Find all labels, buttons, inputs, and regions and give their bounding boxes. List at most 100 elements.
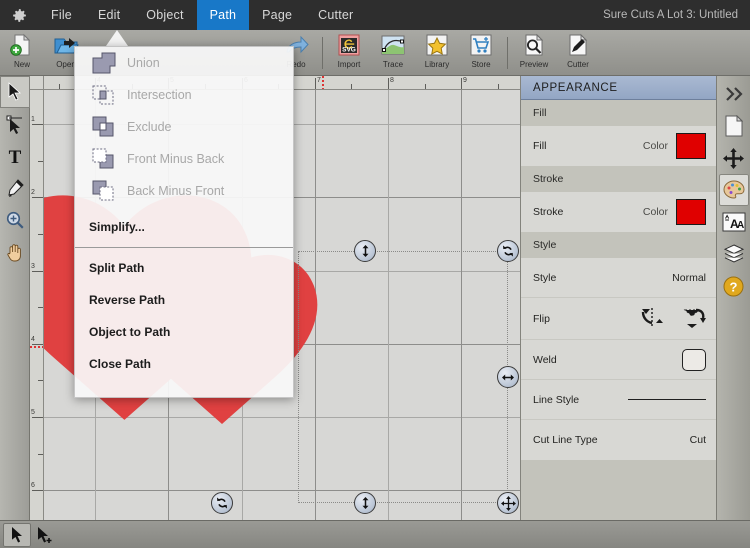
store-button[interactable]: Store: [459, 31, 503, 75]
row-cut-line-type[interactable]: Cut Line Type Cut: [521, 420, 716, 460]
row-stroke-color[interactable]: Stroke Color: [521, 192, 716, 232]
menu-option-simplify[interactable]: Simplify...: [75, 211, 293, 243]
text-tool[interactable]: T: [0, 140, 30, 172]
row-label-style: Style: [533, 272, 672, 284]
panel-rail: A A ?: [716, 76, 750, 520]
document-icon[interactable]: [719, 110, 749, 142]
ruler-label: 4: [31, 336, 35, 343]
resize-bottom-handle[interactable]: [354, 492, 376, 514]
menu-option-exclude: Exclude: [75, 111, 293, 143]
menu-label-union: Union: [127, 56, 160, 70]
menu-label-front-minus-back: Front Minus Back: [127, 152, 224, 166]
help-question-icon[interactable]: ?: [719, 270, 749, 302]
appearance-panel: APPEARANCE Fill Fill Color Stroke Stroke…: [520, 76, 716, 520]
select-cursor-button[interactable]: [3, 523, 31, 547]
row-label-fill: Fill: [533, 140, 643, 152]
row-label-stroke: Stroke: [533, 206, 643, 218]
status-bar: [0, 520, 750, 548]
vertical-ruler[interactable]: 123456: [30, 90, 44, 520]
layers-icon[interactable]: [719, 238, 749, 270]
double-chevron-right-icon[interactable]: [719, 78, 749, 110]
svg-text:?: ?: [730, 279, 738, 294]
resize-top-handle[interactable]: [354, 240, 376, 262]
row-value-fill: Color: [643, 140, 668, 152]
open-label: Open: [56, 60, 76, 70]
row-flip: Flip: [521, 298, 716, 340]
menu-item-page[interactable]: Page: [249, 0, 305, 30]
library-button[interactable]: Library: [415, 31, 459, 75]
path-dropdown-menu: Union Intersection Exclude: [74, 46, 294, 398]
menu-item-object[interactable]: Object: [133, 0, 196, 30]
union-shapes-icon: [89, 50, 119, 76]
node-edit-tool[interactable]: [0, 108, 30, 140]
rotate-bottom-left-handle[interactable]: [211, 492, 233, 514]
import-button[interactable]: SVG Import: [327, 31, 371, 75]
group-header-stroke: Stroke: [521, 166, 716, 192]
resize-right-handle[interactable]: [497, 366, 519, 388]
row-line-style: Line Style: [521, 380, 716, 420]
panel-header: APPEARANCE: [521, 76, 716, 100]
move-arrows-icon[interactable]: [719, 142, 749, 174]
hand-tool[interactable]: [0, 236, 30, 268]
move-bottom-right-handle[interactable]: [497, 492, 519, 514]
menu-option-split-path[interactable]: Split Path: [75, 252, 293, 284]
zoom-tool[interactable]: [0, 204, 30, 236]
trace-label: Trace: [383, 60, 403, 70]
svg-text:A: A: [737, 220, 744, 231]
ruler-tick: [315, 78, 316, 90]
ruler-tick: [32, 197, 44, 198]
menu-item-cutter[interactable]: Cutter: [305, 0, 366, 30]
toolbar-separator-1: [322, 37, 323, 69]
flip-horizontal-icon[interactable]: [640, 306, 664, 331]
menu-label-exclude: Exclude: [127, 120, 171, 134]
menu-option-close-path[interactable]: Close Path: [75, 348, 293, 380]
text-aa-icon[interactable]: A A: [719, 206, 749, 238]
rotate-top-right-handle[interactable]: [497, 240, 519, 262]
menu-label-split-path: Split Path: [89, 261, 144, 275]
line-style-preview[interactable]: [628, 399, 706, 401]
new-button[interactable]: New: [0, 31, 44, 75]
flip-vertical-icon[interactable]: [682, 306, 706, 331]
ruler-tick: [32, 417, 44, 418]
preview-button[interactable]: Preview: [512, 31, 556, 75]
menu-label-object-to-path: Object to Path: [89, 325, 170, 339]
stroke-color-swatch[interactable]: [676, 199, 706, 225]
weld-checkbox[interactable]: [682, 349, 706, 371]
row-label-weld: Weld: [533, 354, 682, 366]
menu-option-intersection: Intersection: [75, 79, 293, 111]
ruler-label: 8: [390, 77, 394, 84]
selection-tool[interactable]: [0, 76, 30, 108]
gear-icon[interactable]: [0, 7, 38, 24]
fill-color-swatch[interactable]: [676, 133, 706, 159]
ruler-label: 2: [31, 189, 35, 196]
row-value-stroke: Color: [643, 206, 668, 218]
trace-button[interactable]: Trace: [371, 31, 415, 75]
row-value-cut-line-type: Cut: [690, 434, 706, 446]
menu-option-union: Union: [75, 47, 293, 79]
palette-icon[interactable]: [719, 174, 749, 206]
row-style[interactable]: Style Normal: [521, 258, 716, 298]
menu-item-edit[interactable]: Edit: [85, 0, 133, 30]
intersection-shapes-icon: [89, 82, 119, 108]
menu-option-reverse-path[interactable]: Reverse Path: [75, 284, 293, 316]
row-label-line-style: Line Style: [533, 394, 628, 406]
front-minus-back-icon: [89, 146, 119, 172]
menu-option-front-minus-back: Front Minus Back: [75, 143, 293, 175]
row-fill-color[interactable]: Fill Color: [521, 126, 716, 166]
app-title: Sure Cuts A Lot 3: Untitled: [603, 9, 738, 21]
menu-item-path[interactable]: Path: [197, 0, 250, 30]
menu-item-file[interactable]: File: [38, 0, 85, 30]
pen-tool[interactable]: [0, 172, 30, 204]
add-cursor-button[interactable]: [31, 523, 59, 547]
preview-label: Preview: [520, 60, 548, 70]
group-header-style: Style: [521, 232, 716, 258]
menu-label-close-path: Close Path: [89, 357, 151, 371]
exclude-shapes-icon: [89, 114, 119, 140]
menu-option-object-to-path[interactable]: Object to Path: [75, 316, 293, 348]
library-label: Library: [425, 60, 449, 70]
ruler-tick: [32, 490, 44, 491]
ruler-label: 1: [31, 116, 35, 123]
menu-label-simplify: Simplify...: [89, 220, 145, 234]
ruler-tick: [388, 78, 389, 90]
cutter-button[interactable]: Cutter: [556, 31, 600, 75]
